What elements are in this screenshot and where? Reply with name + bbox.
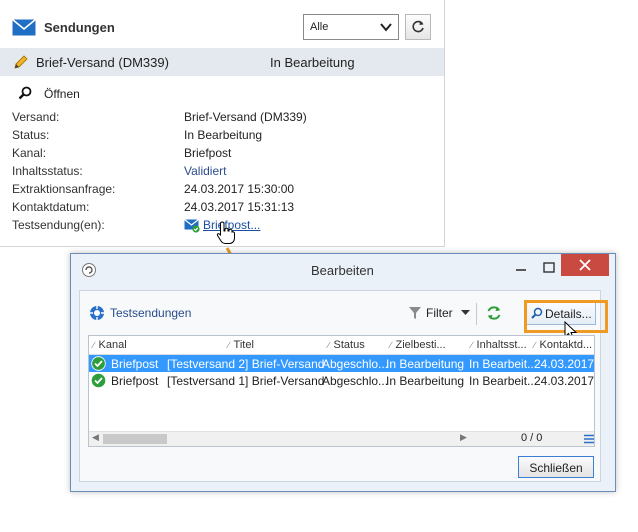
cell-kontaktdatum: 24.03.2017 bbox=[534, 374, 595, 388]
prop-label: Status: bbox=[12, 128, 50, 142]
column-label: Kanal bbox=[98, 339, 127, 351]
scroll-right-icon[interactable]: ▶ bbox=[460, 432, 467, 443]
edit-dialog: Bearbeiten Testsendungen Filter Details.… bbox=[70, 253, 616, 492]
cell-status: Abgeschlo... bbox=[322, 357, 389, 371]
prop-value: In Bearbeitung bbox=[184, 128, 263, 142]
prop-inhaltsstatus: Inhaltsstatus: Validiert bbox=[0, 164, 440, 182]
check-circle-icon bbox=[91, 373, 106, 388]
prop-value: Briefpost bbox=[184, 146, 232, 160]
prop-label: Kontaktdatum: bbox=[12, 200, 90, 214]
filter-button[interactable]: Filter bbox=[426, 306, 453, 320]
column-header-titel[interactable]: ∕ Titel bbox=[228, 339, 254, 351]
grid-header: ∕ Kanal ∕ Titel ∕ Status ∕ Zielbesti... ∕ Inh… bbox=[89, 336, 594, 355]
column-label: Zielbesti... bbox=[395, 339, 446, 351]
chevron-down-icon bbox=[380, 23, 392, 32]
table-row[interactable]: Briefpost [Testversand 1] Brief-Versand … bbox=[89, 372, 594, 389]
prop-label: Extraktionsanfrage: bbox=[12, 182, 116, 196]
tab-testsendungen[interactable]: Testsendungen bbox=[110, 306, 191, 320]
list-config-icon[interactable] bbox=[584, 434, 594, 444]
scrollbar-thumb[interactable] bbox=[103, 434, 167, 444]
cell-titel: [Testversand 1] Brief-Versand bbox=[167, 374, 325, 388]
filter-select[interactable]: Alle bbox=[303, 14, 399, 40]
prop-kontaktdatum: Kontaktdatum: 24.03.2017 15:31:13 bbox=[0, 200, 440, 218]
selected-delivery-status: In Bearbeitung bbox=[270, 55, 355, 70]
test-deliveries-grid[interactable]: ∕ Kanal ∕ Titel ∕ Status ∕ Zielbesti... ∕ Inh… bbox=[88, 335, 595, 447]
horizontal-scrollbar[interactable]: ◀ ▶ 0 / 0 bbox=[89, 431, 594, 446]
cell-inhaltsstatus: In Bearbeit... bbox=[469, 357, 538, 371]
magnifier-icon bbox=[18, 86, 32, 100]
cell-kanal: Briefpost bbox=[111, 374, 159, 388]
column-label: Kontaktd... bbox=[539, 339, 593, 351]
dialog-body: Testsendungen Filter Details... ∕ Kanal ∕… bbox=[79, 290, 608, 482]
open-action[interactable]: Öffnen bbox=[0, 84, 160, 104]
refresh-button[interactable] bbox=[405, 14, 431, 40]
deliveries-panel: Sendungen Alle Brief-Versand (DM339) In … bbox=[0, 0, 445, 247]
hand-cursor-icon bbox=[216, 221, 235, 244]
column-header-kontaktdatum[interactable]: ∕ Kontaktd... bbox=[534, 339, 592, 351]
panel-title: Sendungen bbox=[44, 20, 115, 35]
refresh-icon bbox=[412, 20, 424, 33]
envelope-check-icon bbox=[184, 219, 200, 233]
prop-extraktionsanfrage: Extraktionsanfrage: 24.03.2017 15:30:00 bbox=[0, 182, 440, 200]
selected-delivery-name: Brief-Versand (DM339) bbox=[36, 55, 169, 70]
column-header-zielbestimmung[interactable]: ∕ Zielbesti... bbox=[390, 339, 446, 351]
prop-label: Kanal: bbox=[12, 146, 47, 160]
open-label: Öffnen bbox=[44, 87, 80, 101]
prop-versand: Versand: Brief-Versand (DM339) bbox=[0, 110, 440, 128]
column-label: Titel bbox=[233, 339, 254, 351]
chevron-down-icon[interactable] bbox=[461, 310, 470, 316]
column-label: Inhaltsst... bbox=[476, 339, 527, 351]
table-row[interactable]: Briefpost [Testversand 2] Brief-Versand … bbox=[89, 355, 594, 372]
prop-value: 24.03.2017 15:31:13 bbox=[184, 200, 295, 214]
close-window-button[interactable] bbox=[561, 254, 609, 276]
close-icon bbox=[579, 259, 591, 271]
cell-titel: [Testversand 2] Brief-Versand bbox=[167, 357, 325, 371]
prop-value: 24.03.2017 15:30:00 bbox=[184, 182, 295, 196]
envelope-icon bbox=[12, 19, 36, 36]
test-deliveries-icon bbox=[90, 306, 104, 320]
refresh-icon[interactable] bbox=[486, 305, 502, 321]
cell-status: Abgeschlo... bbox=[322, 374, 389, 388]
selected-delivery-row[interactable]: Brief-Versand (DM339) In Bearbeitung bbox=[0, 48, 444, 76]
record-count: 0 / 0 bbox=[521, 432, 543, 444]
prop-kanal: Kanal: Briefpost bbox=[0, 146, 440, 164]
minimize-icon[interactable] bbox=[511, 260, 531, 278]
cell-zielbestimmung: In Bearbeitung bbox=[386, 374, 465, 388]
cell-kontaktdatum: 24.03.2017 bbox=[534, 357, 595, 371]
filter-select-value: Alle bbox=[310, 21, 329, 33]
prop-value: Brief-Versand (DM339) bbox=[184, 110, 307, 124]
filter-icon bbox=[409, 307, 421, 319]
column-header-inhaltsstatus[interactable]: ∕ Inhaltsst... bbox=[471, 339, 527, 351]
scroll-left-icon[interactable]: ◀ bbox=[92, 432, 99, 443]
cell-inhaltsstatus: In Bearbeit... bbox=[469, 374, 538, 388]
check-circle-icon bbox=[91, 356, 106, 371]
column-header-kanal[interactable]: ∕ Kanal bbox=[93, 339, 127, 351]
prop-label: Testsendung(en): bbox=[12, 218, 105, 232]
prop-label: Inhaltsstatus: bbox=[12, 164, 83, 178]
column-label: Status bbox=[333, 339, 365, 351]
cell-kanal: Briefpost bbox=[111, 357, 159, 371]
dialog-titlebar[interactable]: Bearbeiten bbox=[71, 254, 615, 286]
panel-header: Sendungen Alle bbox=[0, 0, 444, 46]
pencil-icon bbox=[14, 55, 28, 69]
maximize-icon[interactable] bbox=[539, 260, 559, 278]
column-header-status[interactable]: ∕ Status bbox=[328, 339, 365, 351]
dialog-title: Bearbeiten bbox=[311, 263, 374, 278]
prop-status: Status: In Bearbeitung bbox=[0, 128, 440, 146]
cell-zielbestimmung: In Bearbeitung bbox=[386, 357, 465, 371]
close-button-label: Schließen bbox=[529, 461, 583, 475]
prop-value: Validiert bbox=[184, 164, 227, 178]
toolbar-separator bbox=[476, 303, 477, 325]
close-button[interactable]: Schließen bbox=[518, 456, 594, 478]
app-icon bbox=[82, 263, 96, 277]
prop-label: Versand: bbox=[12, 110, 60, 124]
